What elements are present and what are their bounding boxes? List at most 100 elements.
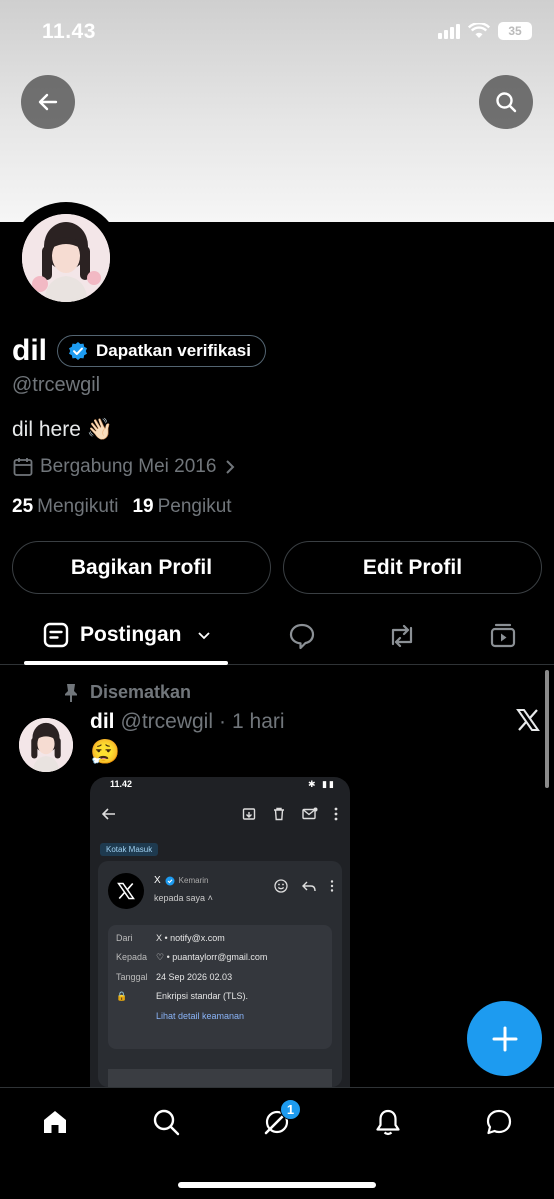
image-sender-name: X [154,875,161,886]
notification-badge: 1 [280,1099,301,1120]
joined-date-label: Bergabung Mei 2016 [40,456,217,477]
active-tab-indicator [24,661,228,665]
following-count: 25 [12,496,34,517]
back-button[interactable] [21,75,75,129]
tab-replies[interactable] [286,620,318,652]
get-verified-label: Dapatkan verifikasi [96,341,251,360]
plus-icon [492,1026,517,1051]
scrollbar[interactable] [545,670,549,788]
nav-grok[interactable]: 1 [260,1099,301,1139]
profile-tabs: Postingan [0,605,554,665]
image-bottom-block [108,1069,332,1089]
image-emoji-icon [274,879,288,893]
chevron-down-icon [197,632,210,640]
image-from-key: Dari [116,933,133,943]
home-icon [44,1111,66,1133]
image-reply-icon [302,881,316,892]
calendar-icon [13,458,33,476]
image-status-time: 11.42 [110,779,133,789]
image-security-link: Lihat detail keamanan [156,1011,245,1021]
chat-bubble-icon [486,1109,512,1135]
image-from-value: X • notify@x.com [156,933,225,943]
image-mail-details: Dari X • notify@x.com Kepada ♡ • puantaylo… [108,925,332,1049]
image-trash-icon [274,807,284,821]
pinned-indicator: Disematkan [62,682,191,703]
wifi-icon [468,23,490,38]
posts-icon [43,622,69,648]
status-time: 11.43 [42,20,96,43]
follow-stats: 25 Mengikuti 19 Pengikut [12,496,232,518]
image-date-value: 24 Sep 2026 02.03 [156,972,233,982]
home-indicator[interactable] [178,1182,376,1188]
image-back-arrow-icon [102,808,115,820]
bell-icon [376,1109,400,1136]
battery-icon: 35 [498,22,532,40]
nav-notifications[interactable] [371,1105,405,1139]
search-icon [496,92,517,113]
x-logo-icon[interactable] [516,708,540,737]
followers-label: Pengikut [157,496,232,517]
image-to-me: kepada saya [154,893,206,903]
post-time[interactable]: 1 hari [232,710,285,734]
image-mail-toolbar [90,791,350,837]
post-text: 😮‍💨 [90,739,120,766]
image-archive-icon [242,808,256,820]
image-mail-icon [302,807,318,820]
nav-messages[interactable] [482,1105,516,1139]
chevron-right-icon [226,460,235,474]
arrow-left-icon [38,93,58,111]
post-author-handle[interactable]: @trcewgil [121,710,214,734]
image-to-key: Kepada [116,952,148,962]
post-avatar[interactable] [19,718,73,772]
name-row: dil Dapatkan verifikasi [12,334,266,368]
image-recipient-line: kepada saya ˄ [154,893,213,903]
image-sent-when: Kemarin [178,876,209,885]
post-separator: · [219,710,227,733]
image-status-bar: 11.42 ✱ ▮▮ [110,778,336,790]
followers-link[interactable]: 19 Pengikut [132,496,231,518]
image-more-icon [334,807,338,821]
reply-bubble-icon [289,623,315,650]
pinned-label: Disematkan [90,682,192,702]
image-sender: X Kemarin [154,875,208,886]
edit-profile-button[interactable]: Edit Profil [283,541,542,594]
status-icons: 35 [438,22,532,40]
search-icon [153,1109,180,1136]
nav-home[interactable] [38,1105,72,1139]
avatar [22,214,110,302]
media-icon [490,623,516,648]
profile-handle: @trcewgil [12,374,101,396]
followers-count: 19 [132,496,154,517]
image-mail-actions [274,879,334,893]
image-verified-icon [165,876,175,885]
tab-posts[interactable]: Postingan [24,605,228,665]
following-label: Mengikuti [37,496,119,517]
nav-search[interactable] [149,1105,183,1139]
image-security-value: Enkripsi standar (TLS). [156,991,249,1001]
joined-date-link[interactable]: Bergabung Mei 2016 [12,456,238,478]
repost-icon [391,624,413,648]
compose-button[interactable] [467,1001,542,1076]
verified-badge-icon [69,342,87,360]
image-more-vert-icon [330,880,334,892]
profile-name: dil [12,334,47,367]
image-folder-label: Kotak Masuk [100,843,159,856]
image-date-key: Tanggal [116,972,148,982]
tab-media[interactable] [487,620,519,652]
signal-icon [438,23,460,39]
profile-avatar-frame[interactable] [10,202,122,314]
image-lock-icon: 🔒 [116,991,128,1001]
following-link[interactable]: 25 Mengikuti [12,496,118,518]
post-image[interactable]: 11.42 ✱ ▮▮ Kotak Masuk X Kemarin kepada … [90,777,350,1097]
tab-posts-label: Postingan [80,623,182,646]
image-mail-card: X Kemarin kepada saya ˄ Dari X • notify@x… [98,861,342,1087]
pin-icon [65,683,77,702]
image-x-avatar [108,873,144,909]
post-header: dil @trcewgil · 1 hari [90,710,285,734]
tab-reposts[interactable] [386,620,418,652]
share-profile-button[interactable]: Bagikan Profil [12,541,271,594]
get-verified-button[interactable]: Dapatkan verifikasi [57,335,266,367]
profile-bio: dil here 👋🏻 [12,418,113,441]
post-author-name[interactable]: dil [90,710,115,734]
search-button[interactable] [479,75,533,129]
